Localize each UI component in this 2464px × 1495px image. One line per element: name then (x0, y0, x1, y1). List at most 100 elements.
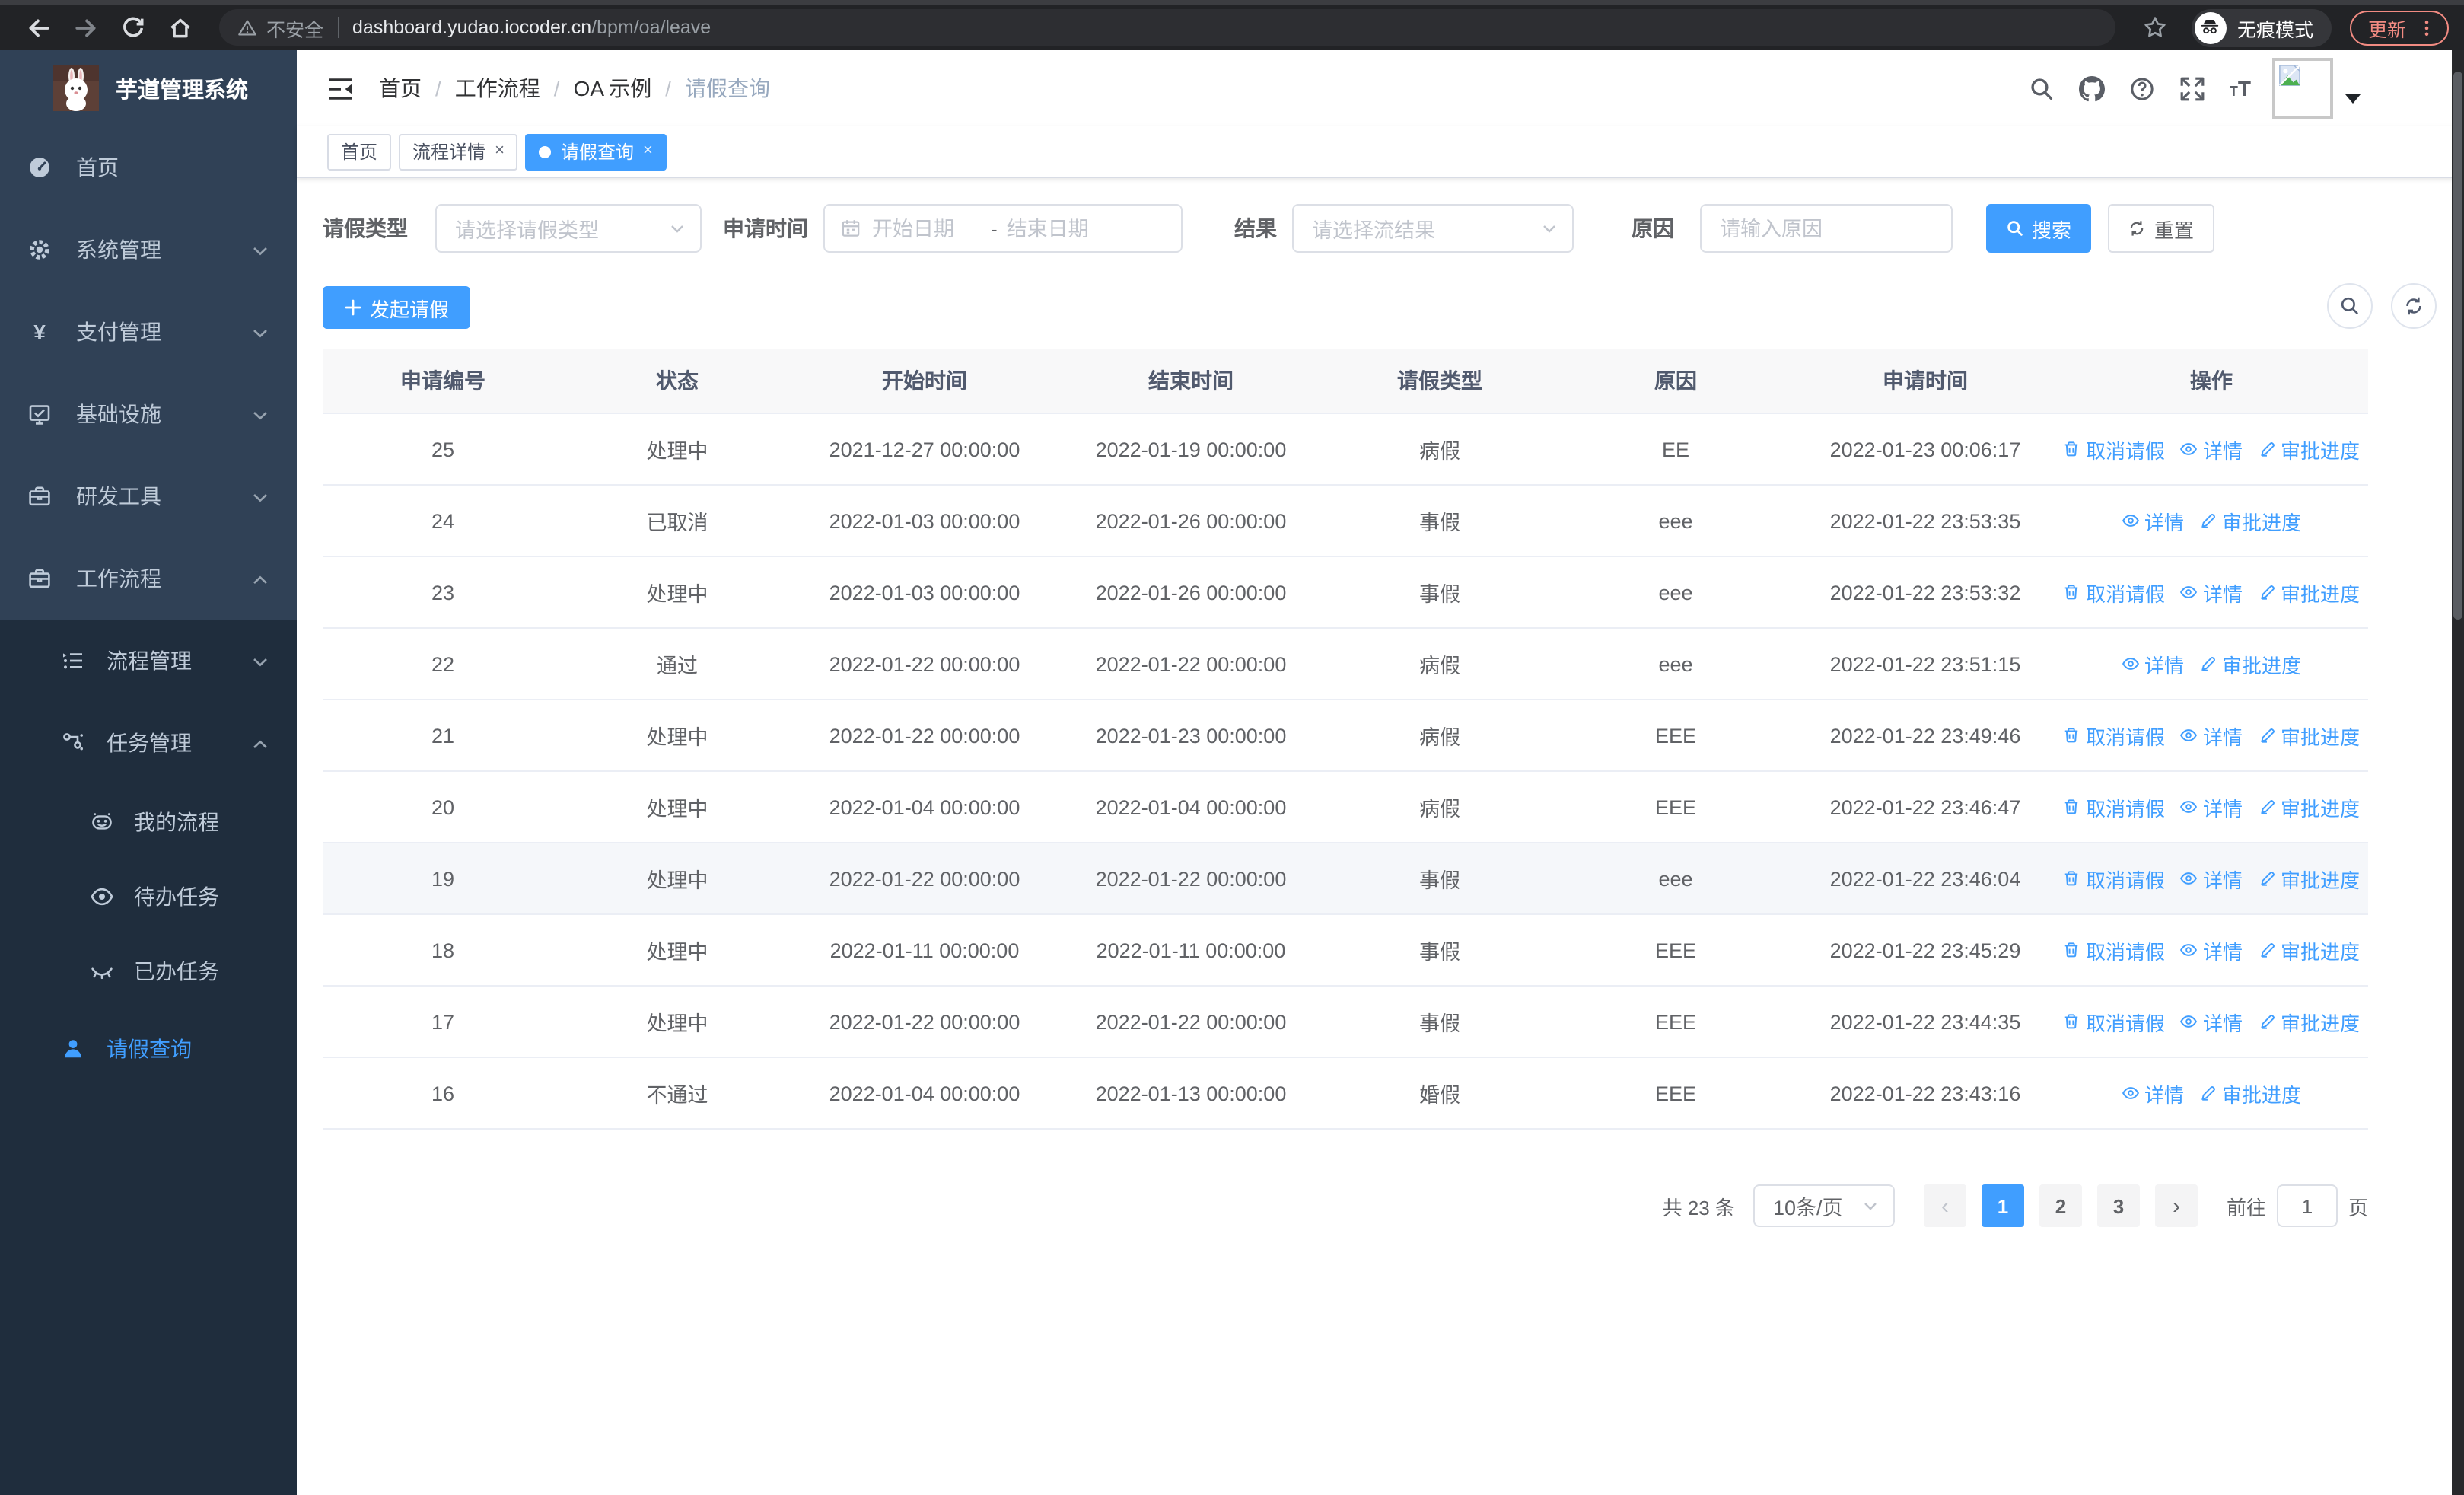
url-bar[interactable]: 不安全 dashboard.yudao.iocoder.cn/bpm/oa/le… (219, 9, 2115, 46)
collapse-sidebar-icon[interactable] (327, 77, 353, 100)
refresh-table-button[interactable] (2391, 283, 2437, 329)
date-end-input[interactable] (1006, 206, 1116, 251)
sidebar-menu-item[interactable]: 请假查询 (0, 1008, 297, 1090)
avatar[interactable] (2272, 58, 2333, 119)
browser-update-button[interactable]: 更新 (2349, 10, 2449, 45)
home-icon[interactable] (167, 14, 193, 40)
sidebar-menu-item[interactable]: 流程管理 (0, 620, 297, 702)
view-tab[interactable]: 流程详情 × (399, 133, 518, 170)
cell-status: 不通过 (646, 1084, 708, 1107)
sidebar-menu: 首页 系统管理 ¥ 支付管理 基础设施 研发工具 工作流程 (0, 126, 297, 620)
sidebar-menu-item[interactable]: 待办任务 (0, 859, 297, 933)
cancel-leave-link[interactable]: 取消请假 (2063, 1007, 2165, 1036)
close-icon[interactable]: × (643, 142, 653, 160)
approval-progress-link[interactable]: 审批进度 (2199, 506, 2301, 535)
detail-link[interactable]: 详情 (2122, 649, 2184, 678)
trash-icon (2065, 728, 2079, 743)
cancel-leave-link[interactable]: 取消请假 (2063, 721, 2165, 750)
github-icon[interactable] (2078, 75, 2105, 101)
cancel-leave-link[interactable]: 取消请假 (2063, 936, 2165, 964)
approval-progress-link[interactable]: 审批进度 (2258, 936, 2360, 964)
goto-page-input[interactable] (2278, 1186, 2336, 1226)
leave-type-select[interactable]: 请选择请假类型 (435, 204, 702, 253)
screen: 不安全 dashboard.yudao.iocoder.cn/bpm/oa/le… (0, 0, 2464, 1495)
help-icon[interactable] (2129, 75, 2155, 101)
breadcrumb-item[interactable]: 工作流程 (455, 73, 540, 104)
cancel-leave-link[interactable]: 取消请假 (2063, 792, 2165, 821)
cancel-leave-link[interactable]: 取消请假 (2063, 435, 2165, 464)
page-number-button[interactable]: 1 (1981, 1184, 2024, 1227)
page-number-button[interactable]: 2 (2039, 1184, 2082, 1227)
view-tab[interactable]: 请假查询 × (525, 133, 667, 170)
detail-link[interactable]: 详情 (2180, 864, 2243, 893)
fullscreen-icon[interactable] (2179, 75, 2205, 101)
result-select[interactable]: 请选择流结果 (1292, 204, 1574, 253)
bookmark-star-icon[interactable] (2143, 15, 2167, 40)
page-size-select[interactable]: 10条/页 (1752, 1184, 1895, 1227)
trash-icon (2065, 585, 2079, 600)
page-number-button[interactable]: 3 (2096, 1184, 2140, 1227)
detail-link[interactable]: 详情 (2122, 506, 2184, 535)
search-icon[interactable] (2029, 75, 2055, 101)
detail-link[interactable]: 详情 (2180, 721, 2243, 750)
view-tab-label: 请假查询 (560, 142, 634, 163)
leave-type-label: 请假类型 (323, 216, 408, 241)
url-path: /bpm/oa/leave (591, 17, 712, 38)
more-vert-icon[interactable] (2417, 18, 2437, 37)
search-button[interactable]: 搜索 (1986, 204, 2091, 253)
warning-icon (238, 19, 256, 35)
approval-progress-link[interactable]: 审批进度 (2258, 578, 2360, 607)
breadcrumb-item[interactable]: 首页 (379, 73, 422, 104)
avatar-caret-icon[interactable] (2345, 94, 2361, 104)
sidebar-item-label: 工作流程 (76, 566, 161, 591)
detail-link[interactable]: 详情 (2180, 578, 2243, 607)
detail-link[interactable]: 详情 (2122, 1079, 2184, 1108)
sidebar-menu-item[interactable]: 任务管理 (0, 702, 297, 784)
detail-link[interactable]: 详情 (2180, 435, 2243, 464)
goto-page-field[interactable] (2276, 1184, 2338, 1227)
approval-progress-link[interactable]: 审批进度 (2258, 435, 2360, 464)
sidebar-menu-item[interactable]: 基础设施 (0, 373, 297, 455)
font-size-icon[interactable]: TT (2230, 78, 2251, 99)
prev-page-button[interactable]: ‹ (1923, 1184, 1966, 1227)
chevron-up-icon (251, 569, 269, 588)
create-leave-button[interactable]: 发起请假 (323, 286, 471, 329)
approval-progress-link[interactable]: 审批进度 (2258, 721, 2360, 750)
next-page-button[interactable]: › (2154, 1184, 2198, 1227)
close-icon[interactable]: × (495, 142, 505, 160)
view-tab[interactable]: 首页 (327, 133, 392, 170)
apply-time-range-picker[interactable]: - (823, 204, 1183, 253)
sidebar-menu-item[interactable]: 我的流程 (0, 784, 297, 859)
sidebar-menu-item[interactable]: ¥ 支付管理 (0, 291, 297, 373)
scrollbar-thumb[interactable] (2453, 72, 2462, 620)
sidebar-logo-row[interactable]: 芋道管理系统 (0, 50, 297, 126)
detail-link[interactable]: 详情 (2180, 1007, 2243, 1036)
detail-link[interactable]: 详情 (2180, 936, 2243, 964)
reason-input[interactable] (1720, 206, 1933, 251)
reload-icon[interactable] (120, 14, 146, 40)
approval-progress-link[interactable]: 审批进度 (2199, 649, 2301, 678)
cancel-leave-link[interactable]: 取消请假 (2063, 578, 2165, 607)
sidebar-menu-item[interactable]: 已办任务 (0, 933, 297, 1008)
reason-field[interactable] (1700, 204, 1953, 253)
forward-icon[interactable] (73, 14, 99, 40)
filter-form: 请假类型 请选择请假类型 申请时间 - 结果 请选择流结果 (323, 204, 2464, 253)
cancel-leave-link[interactable]: 取消请假 (2063, 864, 2165, 893)
detail-link[interactable]: 详情 (2180, 792, 2243, 821)
chevron-down-icon (1543, 225, 1555, 233)
date-start-input[interactable] (872, 206, 982, 251)
sidebar-menu-item[interactable]: 工作流程 (0, 537, 297, 620)
back-icon[interactable] (26, 14, 52, 40)
approval-progress-link[interactable]: 审批进度 (2258, 1007, 2360, 1036)
breadcrumb-item[interactable]: OA 示例 (574, 73, 652, 104)
show-search-button[interactable] (2327, 283, 2373, 329)
sidebar-menu-item[interactable]: 研发工具 (0, 455, 297, 537)
sidebar-menu-item[interactable]: 系统管理 (0, 209, 297, 291)
approval-progress-link[interactable]: 审批进度 (2199, 1079, 2301, 1108)
approval-progress-link[interactable]: 审批进度 (2258, 864, 2360, 893)
approval-progress-link[interactable]: 审批进度 (2258, 792, 2360, 821)
reset-button[interactable]: 重置 (2108, 204, 2214, 253)
sidebar-menu-item[interactable]: 首页 (0, 126, 297, 209)
page-scrollbar[interactable] (2452, 50, 2464, 1495)
column-header: 申请时间 (1883, 368, 1968, 393)
